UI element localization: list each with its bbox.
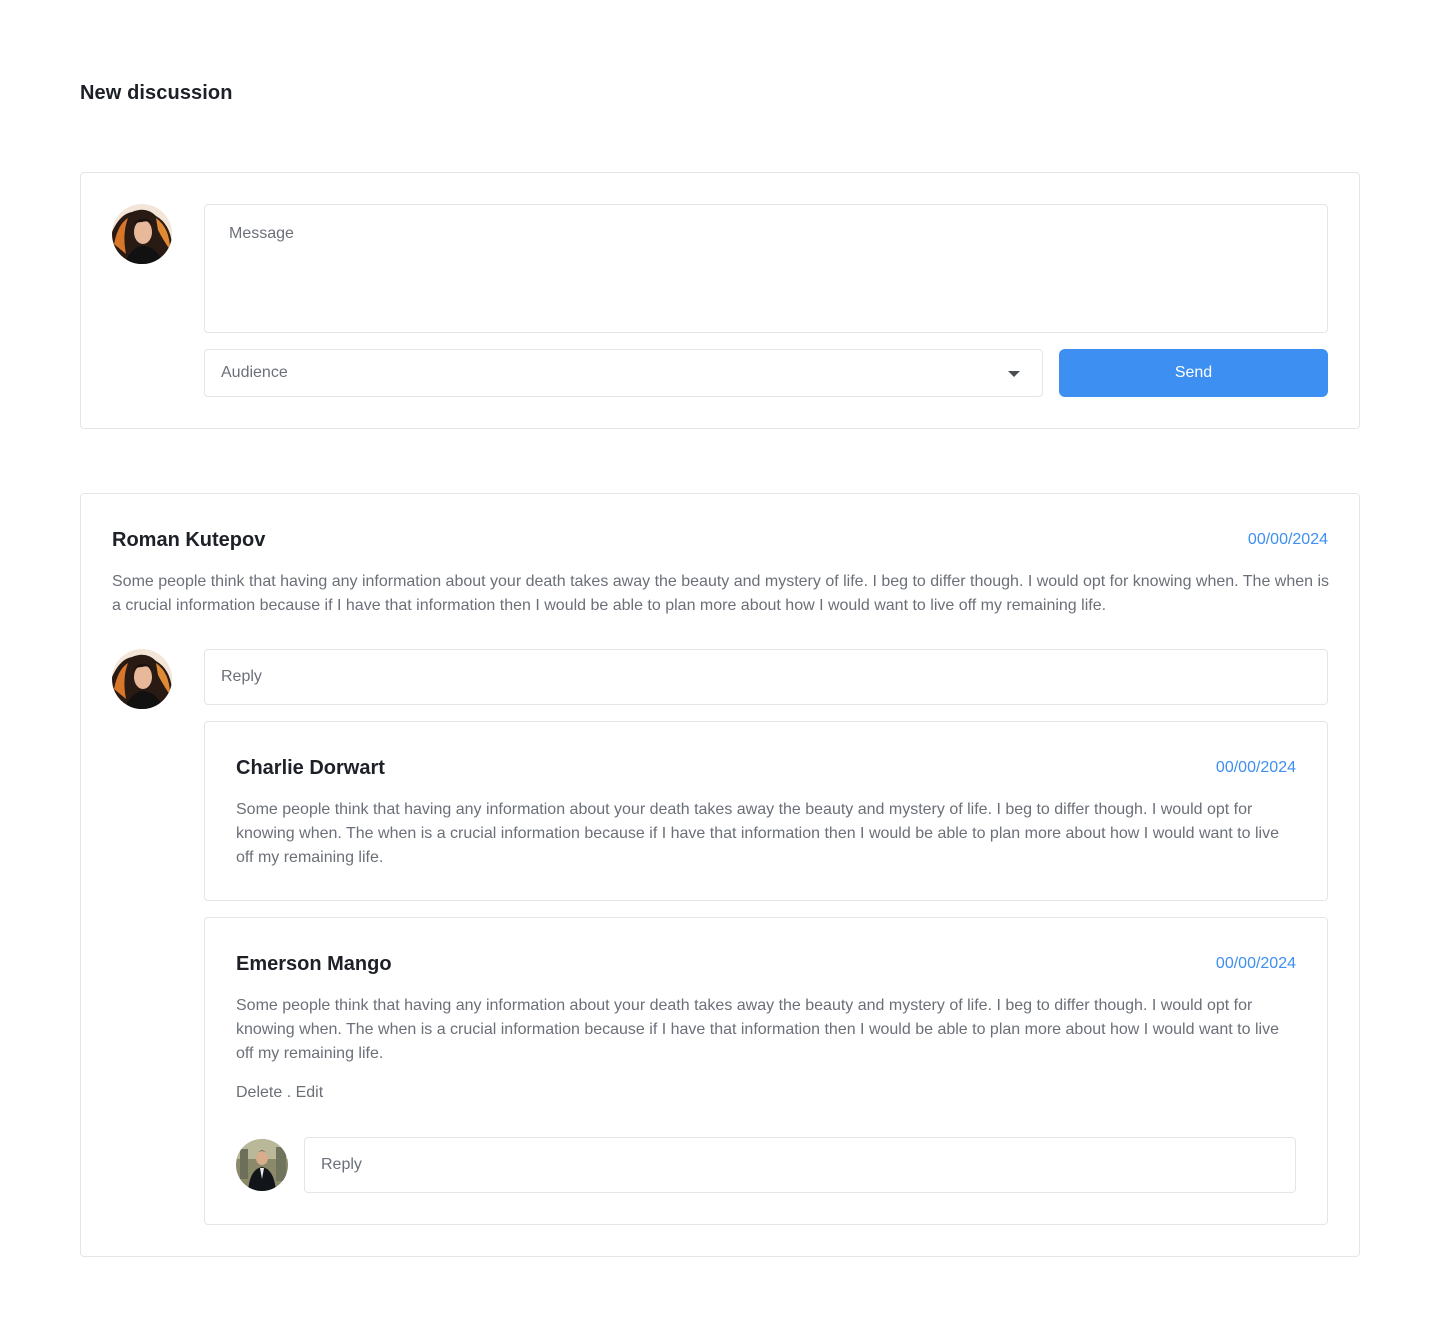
message-placeholder: Message xyxy=(229,225,294,242)
nested-reply-placeholder: Reply xyxy=(321,1156,362,1173)
message-input[interactable]: Message xyxy=(204,204,1328,333)
reply-user-avatar xyxy=(112,649,172,709)
reply-body: Some people think that having any inform… xyxy=(236,997,1279,1062)
new-discussion-card: Message Audience Send xyxy=(80,172,1360,429)
thread-body: Some people think that having any inform… xyxy=(112,573,1330,614)
reply-author: Charlie Dorwart xyxy=(236,757,385,779)
nested-reply-avatar xyxy=(236,1139,288,1191)
reply-date[interactable]: 00/00/2024 xyxy=(1216,759,1296,777)
discussion-page: New discussion Message Audience Send Rom… xyxy=(0,0,1440,1337)
thread-author: Roman Kutepov xyxy=(112,529,266,551)
avatar-woman-image xyxy=(112,649,172,709)
reply-card: Emerson Mango 00/00/2024 Some people thi… xyxy=(204,917,1328,1225)
edit-link[interactable]: Edit xyxy=(296,1084,324,1101)
avatar-man-image xyxy=(236,1139,288,1191)
reply-actions: Delete . Edit xyxy=(236,1084,323,1102)
thread-reply-input[interactable]: Reply xyxy=(204,649,1328,705)
thread-date[interactable]: 00/00/2024 xyxy=(1248,531,1328,549)
reply-author: Emerson Mango xyxy=(236,953,392,975)
nested-reply-input[interactable]: Reply xyxy=(304,1137,1296,1193)
reply-card: Charlie Dorwart 00/00/2024 Some people t… xyxy=(204,721,1328,901)
page-title: New discussion xyxy=(80,82,233,104)
audience-select-value: Audience xyxy=(221,364,288,381)
avatar-woman-image xyxy=(112,204,172,264)
send-button[interactable]: Send xyxy=(1059,349,1328,397)
reply-date[interactable]: 00/00/2024 xyxy=(1216,955,1296,973)
current-user-avatar xyxy=(112,204,172,264)
audience-select[interactable]: Audience xyxy=(204,349,1043,397)
action-separator: . xyxy=(282,1084,296,1101)
thread-reply-placeholder: Reply xyxy=(221,668,262,685)
reply-body: Some people think that having any inform… xyxy=(236,801,1279,866)
delete-link[interactable]: Delete xyxy=(236,1084,282,1101)
discussion-thread-card: Roman Kutepov 00/00/2024 Some people thi… xyxy=(80,493,1360,1257)
caret-down-icon xyxy=(1008,371,1020,377)
